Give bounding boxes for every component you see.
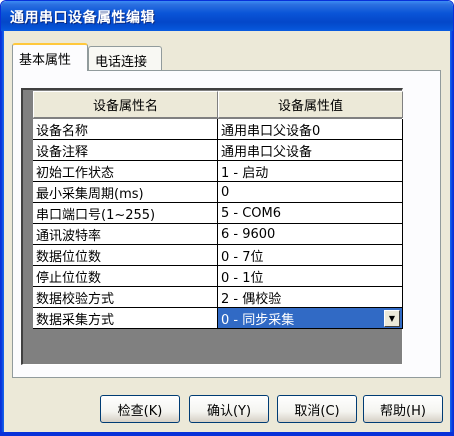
window-frame-right [450, 31, 453, 435]
property-name-cell: 初始工作状态 [33, 161, 218, 182]
property-name-cell: 串口端口号(1~255) [33, 203, 218, 224]
tab-phone-connection[interactable]: 电话连接 [88, 46, 162, 70]
column-header-label: 设备属性名 [92, 99, 158, 114]
table-row[interactable]: 设备注释 通用串口父设备 [33, 140, 403, 161]
property-value-cell[interactable]: 1 - 启动 [218, 161, 403, 182]
table-row[interactable]: 最小采集周期(ms) 0 [33, 182, 403, 203]
property-value-cell[interactable]: 通用串口父设备 [218, 140, 403, 161]
property-name-cell: 数据采集方式 [33, 308, 218, 329]
check-button[interactable]: 检查(K) [100, 395, 180, 423]
property-editor-window: 通用串口设备属性编辑 基本属性 电话连接 设备属性名 设备属性值 设备名称 通用… [0, 0, 454, 436]
tab-label: 电话连接 [95, 55, 148, 70]
tab-basic-properties[interactable]: 基本属性 [12, 43, 88, 71]
cancel-button[interactable]: 取消(C) [277, 395, 357, 423]
table-row[interactable]: 停止位位数 0 - 1位 [33, 266, 403, 287]
property-value-cell[interactable]: 0 - 1位 [218, 266, 403, 287]
table-row-selected[interactable]: 数据采集方式 0 - 同步采集 ▼ [33, 308, 403, 329]
table-row[interactable]: 数据位位数 0 - 7位 [33, 245, 403, 266]
grid-rows: 设备名称 通用串口父设备0 设备注释 通用串口父设备 初始工作状态 1 - 启动… [33, 119, 403, 329]
confirm-button[interactable]: 确认(Y) [189, 395, 269, 423]
window-frame-bottom [1, 432, 453, 435]
chevron-down-icon[interactable]: ▼ [384, 309, 400, 327]
property-value-cell[interactable]: 5 - COM6 [218, 203, 403, 224]
help-button[interactable]: 帮助(H) [363, 395, 443, 423]
tab-label: 基本属性 [19, 53, 72, 68]
property-name-cell: 设备名称 [33, 119, 218, 140]
property-value-cell[interactable]: 通用串口父设备0 [218, 119, 403, 140]
table-row[interactable]: 串口端口号(1~255) 5 - COM6 [33, 203, 403, 224]
column-header-name[interactable]: 设备属性名 [33, 91, 218, 118]
property-name-cell: 数据位位数 [33, 245, 218, 266]
column-header-label: 设备属性值 [277, 99, 343, 114]
property-name-cell: 最小采集周期(ms) [33, 182, 218, 203]
table-row[interactable]: 设备名称 通用串口父设备0 [33, 119, 403, 140]
property-value-cell[interactable]: 0 - 7位 [218, 245, 403, 266]
property-value-cell[interactable]: 2 - 偶校验 [218, 287, 403, 308]
table-row[interactable]: 初始工作状态 1 - 启动 [33, 161, 403, 182]
table-row[interactable]: 数据校验方式 2 - 偶校验 [33, 287, 403, 308]
column-header-value[interactable]: 设备属性值 [218, 91, 403, 118]
window-title: 通用串口设备属性编辑 [10, 10, 155, 26]
combobox-value: 0 - 同步采集 [221, 312, 295, 328]
table-row[interactable]: 通讯波特率 6 - 9600 [33, 224, 403, 245]
property-grid[interactable]: 设备属性名 设备属性值 设备名称 通用串口父设备0 设备注释 通用串口父设备 初… [21, 88, 403, 365]
property-name-cell: 通讯波特率 [33, 224, 218, 245]
property-value-cell[interactable]: 6 - 9600 [218, 224, 403, 245]
property-name-cell: 停止位位数 [33, 266, 218, 287]
window-frame-left [1, 31, 4, 435]
title-bar[interactable]: 通用串口设备属性编辑 [1, 1, 453, 31]
property-name-cell: 数据校验方式 [33, 287, 218, 308]
property-value-combobox[interactable]: 0 - 同步采集 ▼ [218, 308, 403, 329]
grid-header: 设备属性名 设备属性值 [33, 91, 403, 118]
property-name-cell: 设备注释 [33, 140, 218, 161]
property-value-cell[interactable]: 0 [218, 182, 403, 203]
